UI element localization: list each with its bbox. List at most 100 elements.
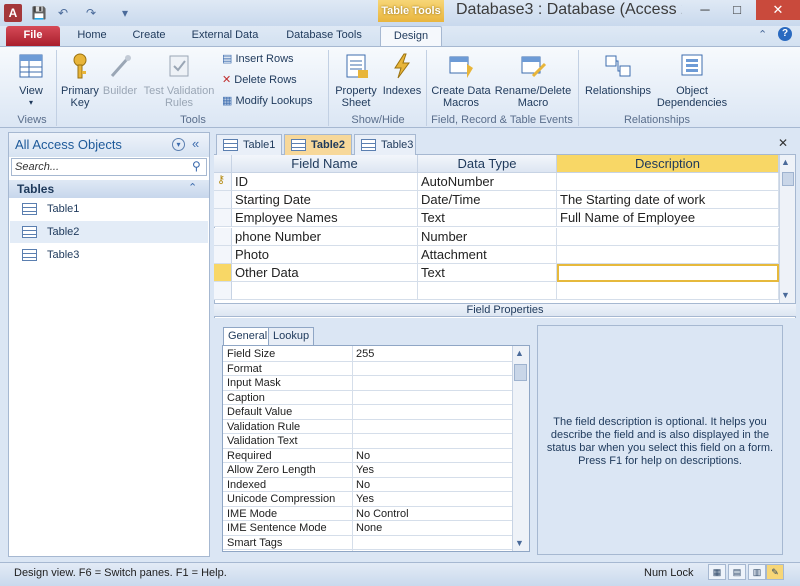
- scroll-down-icon[interactable]: ▼: [781, 290, 790, 300]
- field-name-cell[interactable]: Photo: [232, 246, 418, 264]
- description-cell-active[interactable]: [557, 264, 779, 282]
- nav-item-table1[interactable]: Table1: [10, 198, 208, 220]
- property-row[interactable]: Allow Zero Length Yes: [223, 463, 513, 478]
- property-value[interactable]: 255: [356, 347, 374, 361]
- scroll-up-icon[interactable]: ▲: [781, 157, 790, 167]
- insert-rows-button[interactable]: ▤ Insert Rows: [222, 52, 294, 70]
- data-type-cell[interactable]: Text: [418, 264, 557, 282]
- doc-tab-table2[interactable]: Table2: [284, 134, 352, 156]
- data-type-cell[interactable]: [418, 282, 557, 300]
- redo-icon[interactable]: ↷: [82, 4, 100, 22]
- property-row[interactable]: Validation Text: [223, 434, 513, 449]
- header-field-name[interactable]: Field Name: [232, 155, 418, 173]
- rename-delete-macro-button[interactable]: Rename/Delete Macro: [494, 52, 572, 109]
- shutter-bar-close-icon[interactable]: «: [192, 136, 199, 151]
- property-value[interactable]: Yes: [356, 463, 374, 477]
- scroll-up-icon[interactable]: ▲: [515, 348, 524, 358]
- row-selector[interactable]: [214, 282, 232, 300]
- field-name-cell[interactable]: [232, 282, 418, 300]
- data-type-cell[interactable]: AutoNumber: [418, 173, 557, 191]
- row-selector[interactable]: ⚷: [214, 173, 232, 191]
- access-app-icon[interactable]: A: [4, 4, 22, 22]
- row-selector[interactable]: [214, 191, 232, 209]
- maximize-button[interactable]: □: [722, 0, 752, 20]
- property-row[interactable]: Indexed No: [223, 478, 513, 492]
- collapse-ribbon-icon[interactable]: ⌃: [758, 28, 767, 41]
- nav-item-table2[interactable]: Table2: [10, 221, 208, 243]
- view-button[interactable]: View ▾: [10, 52, 52, 109]
- description-cell[interactable]: [557, 282, 779, 300]
- tab-lookup[interactable]: Lookup: [268, 327, 315, 345]
- data-type-cell[interactable]: Attachment: [418, 246, 557, 264]
- save-icon[interactable]: 💾: [30, 4, 48, 22]
- field-name-cell[interactable]: Starting Date: [232, 191, 418, 209]
- relationships-button[interactable]: Relationships: [582, 52, 654, 97]
- delete-rows-button[interactable]: ✕ Delete Rows: [222, 73, 297, 91]
- object-dependencies-button[interactable]: Object Dependencies: [656, 52, 728, 109]
- doc-tab-table3[interactable]: Table3: [354, 134, 416, 155]
- tab-create[interactable]: Create: [126, 26, 172, 46]
- property-value[interactable]: No Control: [356, 507, 409, 521]
- property-row[interactable]: Default Value: [223, 405, 513, 420]
- property-row[interactable]: IME Mode No Control: [223, 507, 513, 521]
- tab-database-tools[interactable]: Database Tools: [278, 26, 370, 46]
- close-button[interactable]: ✕: [756, 0, 800, 20]
- property-row[interactable]: Required No: [223, 449, 513, 463]
- data-type-cell[interactable]: Number: [418, 228, 557, 246]
- property-sheet-button[interactable]: Property Sheet: [332, 52, 380, 109]
- property-row[interactable]: Field Size 255: [223, 347, 513, 362]
- builder-button[interactable]: Builder: [102, 52, 138, 97]
- modify-lookups-button[interactable]: ▦ Modify Lookups: [222, 94, 313, 112]
- nav-group-tables[interactable]: Tables: [9, 180, 209, 198]
- help-icon[interactable]: ?: [778, 27, 792, 41]
- data-type-cell[interactable]: Date/Time: [418, 191, 557, 209]
- property-value[interactable]: Yes: [356, 492, 374, 506]
- close-document-icon[interactable]: ✕: [778, 136, 788, 150]
- doc-tab-table1[interactable]: Table1: [216, 134, 282, 155]
- indexes-button[interactable]: Indexes: [382, 52, 422, 97]
- description-cell[interactable]: [557, 246, 779, 264]
- scroll-thumb[interactable]: [514, 364, 527, 381]
- row-selector[interactable]: [214, 246, 232, 264]
- nav-item-table3[interactable]: Table3: [10, 244, 208, 266]
- property-value[interactable]: No: [356, 449, 370, 463]
- create-data-macros-button[interactable]: Create Data Macros: [430, 52, 492, 109]
- property-row[interactable]: Smart Tags: [223, 536, 513, 550]
- nav-menu-chevron-icon[interactable]: ▾: [172, 138, 185, 151]
- tab-design[interactable]: Design: [380, 26, 442, 46]
- field-name-cell[interactable]: ID: [232, 173, 418, 191]
- customize-qat-icon[interactable]: ▾: [116, 4, 134, 22]
- field-name-cell[interactable]: phone Number: [232, 228, 418, 246]
- undo-icon[interactable]: ↶: [54, 4, 72, 22]
- tab-file[interactable]: File: [6, 26, 60, 46]
- tab-external-data[interactable]: External Data: [186, 26, 264, 46]
- row-selector[interactable]: [214, 209, 232, 227]
- nav-search-input[interactable]: Search...: [11, 158, 207, 176]
- tab-general[interactable]: General: [223, 327, 273, 346]
- property-value[interactable]: None: [356, 521, 382, 535]
- collapse-group-icon[interactable]: ⌃: [188, 181, 197, 194]
- data-type-cell[interactable]: Text: [418, 209, 557, 227]
- description-cell[interactable]: [557, 173, 779, 191]
- property-value[interactable]: No: [356, 478, 370, 492]
- minimize-button[interactable]: ─: [690, 0, 720, 20]
- test-validation-rules-button[interactable]: Test Validation Rules: [142, 52, 216, 109]
- row-selector[interactable]: [214, 228, 232, 246]
- scroll-down-icon[interactable]: ▼: [515, 538, 524, 548]
- primary-key-button[interactable]: Primary Key: [60, 52, 100, 109]
- field-name-cell[interactable]: Employee Names: [232, 209, 418, 227]
- property-row[interactable]: Validation Rule: [223, 420, 513, 434]
- pivotchart-view-icon[interactable]: ▥: [748, 564, 766, 580]
- property-row[interactable]: Input Mask: [223, 376, 513, 391]
- row-selector-current[interactable]: [214, 264, 232, 282]
- description-cell[interactable]: [557, 228, 779, 246]
- search-icon[interactable]: ⚲: [192, 159, 201, 173]
- field-name-cell[interactable]: Other Data: [232, 264, 418, 282]
- header-description[interactable]: Description: [557, 155, 779, 173]
- property-row[interactable]: IME Sentence Mode None: [223, 521, 513, 536]
- scroll-thumb[interactable]: [782, 172, 794, 186]
- description-cell[interactable]: Full Name of Employee: [557, 209, 779, 227]
- tab-home[interactable]: Home: [70, 26, 114, 46]
- pivottable-view-icon[interactable]: ▤: [728, 564, 746, 580]
- property-row[interactable]: Caption: [223, 391, 513, 405]
